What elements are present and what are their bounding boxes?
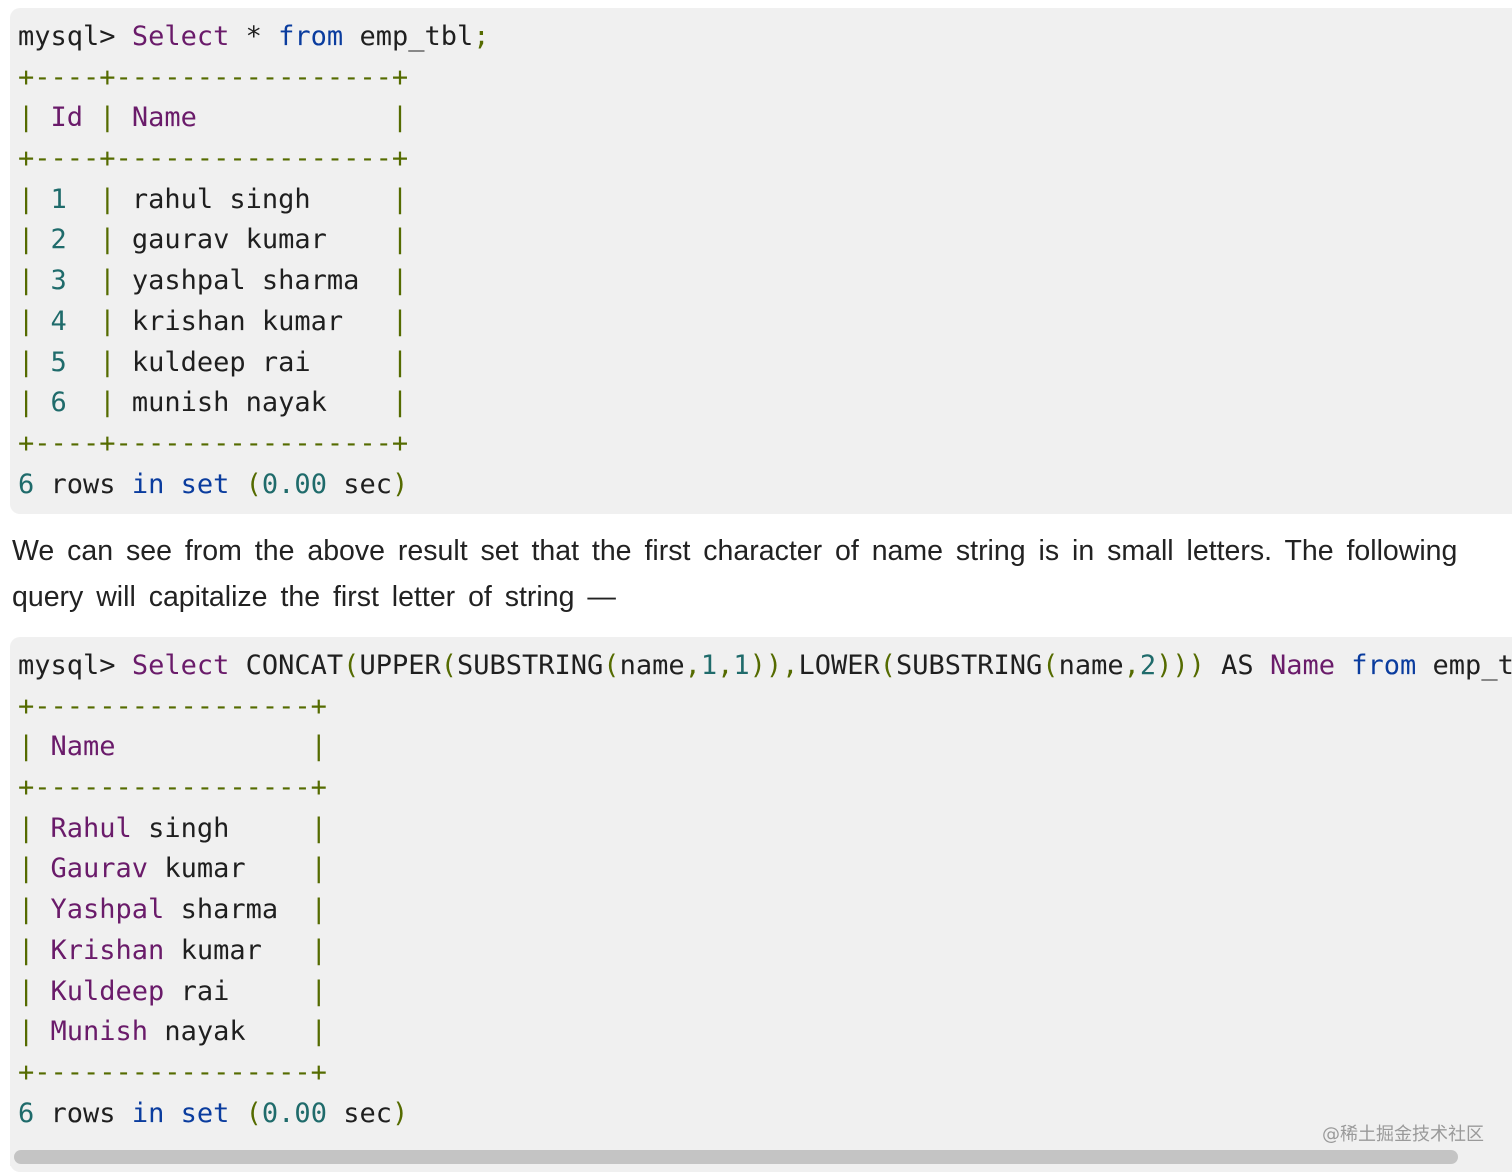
row-first-name: Gaurav bbox=[50, 853, 149, 885]
query-line: mysql> Select CONCAT(UPPER(SUBSTRING(nam… bbox=[18, 646, 1512, 687]
row-first-name: Kuldeep bbox=[50, 975, 165, 1007]
keyword-as: AS bbox=[1221, 650, 1254, 681]
code-block-select: mysql> Select * from emp_tbl; +----+-----… bbox=[10, 8, 1512, 514]
table-row: | 5 | kuldeep rai | bbox=[18, 346, 409, 378]
arg-name: name bbox=[1058, 650, 1124, 681]
row-id: 2 bbox=[50, 224, 67, 256]
table-header-row: | Id | Name | bbox=[18, 102, 409, 134]
row-first-name: Yashpal bbox=[50, 894, 165, 926]
header-id: Id bbox=[50, 102, 84, 134]
code-content: mysql> Select CONCAT(UPPER(SUBSTRING(nam… bbox=[10, 637, 1512, 1134]
footer-set-word: set bbox=[180, 468, 230, 500]
row-id: 6 bbox=[50, 387, 67, 419]
footer-in-word: in bbox=[131, 1097, 165, 1129]
alias-name: Name bbox=[1269, 650, 1335, 681]
row-name: munish nayak bbox=[131, 387, 327, 419]
fn-substring: SUBSTRING bbox=[895, 650, 1043, 681]
footer-set-word: set bbox=[180, 1097, 230, 1129]
row-count: 6 bbox=[18, 1097, 35, 1129]
table-name: emp_tbl; bbox=[1432, 650, 1512, 681]
row-last-name: nayak bbox=[164, 1016, 246, 1048]
header-name: Name bbox=[50, 731, 116, 763]
query-time: 0.00 bbox=[261, 1097, 327, 1129]
query-time: 0.00 bbox=[261, 468, 327, 500]
table-row: | Kuldeep rai | bbox=[18, 975, 327, 1007]
star: * bbox=[245, 21, 262, 52]
row-count: 6 bbox=[18, 468, 35, 500]
row-last-name: sharma bbox=[180, 894, 279, 926]
footer-in-word: in bbox=[131, 468, 165, 500]
row-name: rahul singh bbox=[131, 183, 311, 215]
table-row: | Gaurav kumar | bbox=[18, 853, 327, 885]
code-content: mysql> Select * from emp_tbl; +----+-----… bbox=[10, 8, 1512, 505]
row-name: yashpal sharma bbox=[131, 265, 360, 297]
footer-sec-word: sec bbox=[343, 1097, 392, 1129]
row-last-name: rai bbox=[180, 975, 230, 1007]
keyword-select: Select bbox=[131, 21, 230, 52]
query-line: mysql> Select * from emp_tbl; bbox=[18, 17, 1512, 58]
row-name: gaurav kumar bbox=[131, 224, 327, 256]
row-id: 1 bbox=[50, 183, 67, 215]
explanation-paragraph: We can see from the above result set tha… bbox=[12, 528, 1512, 620]
code-block-capitalize: mysql> Select CONCAT(UPPER(SUBSTRING(nam… bbox=[10, 637, 1512, 1172]
header-name: Name bbox=[131, 102, 197, 134]
table-border: +-----------------+ bbox=[18, 772, 327, 804]
result-footer: 6 rows in set (0.00 sec) bbox=[18, 468, 409, 500]
table-row: | 3 | yashpal sharma | bbox=[18, 265, 409, 297]
footer-rows-word: rows bbox=[50, 468, 116, 500]
prompt: mysql> bbox=[18, 21, 116, 52]
table-border: +----+-----------------+ bbox=[18, 427, 409, 459]
keyword-from: from bbox=[278, 21, 344, 52]
table-row: | 6 | munish nayak | bbox=[18, 387, 409, 419]
watermark: @稀土掘金技术社区 bbox=[1322, 1124, 1484, 1145]
paragraph-line-1: We can see from the above result set tha… bbox=[12, 535, 1458, 567]
table-row: | Yashpal sharma | bbox=[18, 894, 327, 926]
table-border: +-----------------+ bbox=[18, 690, 327, 722]
row-id: 4 bbox=[50, 305, 67, 337]
table-row: | Munish nayak | bbox=[18, 1016, 327, 1048]
paragraph-line-2: query will capitalize the first letter o… bbox=[12, 581, 616, 613]
result-footer: 6 rows in set (0.00 sec) bbox=[18, 1097, 409, 1129]
table-border: +----+-----------------+ bbox=[18, 143, 409, 175]
row-id: 3 bbox=[50, 265, 67, 297]
row-name: kuldeep rai bbox=[131, 346, 311, 378]
row-last-name: kumar bbox=[164, 853, 246, 885]
footer-sec-word: sec bbox=[343, 468, 392, 500]
table-row: | Krishan kumar | bbox=[18, 934, 327, 966]
row-name: krishan kumar bbox=[131, 305, 344, 337]
row-first-name: Munish bbox=[50, 1016, 149, 1048]
arg-number: 1 bbox=[700, 650, 718, 681]
semicolon: ; bbox=[473, 21, 490, 52]
table-row: | 4 | krishan kumar | bbox=[18, 305, 409, 337]
horizontal-scrollbar-thumb[interactable] bbox=[14, 1150, 1458, 1164]
page: mysql> Select * from emp_tbl; +----+-----… bbox=[0, 0, 1512, 1172]
keyword-from: from bbox=[1351, 650, 1417, 681]
keyword-select: Select bbox=[131, 650, 230, 681]
table-header-row: | Name | bbox=[18, 731, 327, 763]
row-first-name: Rahul bbox=[50, 812, 132, 844]
footer-rows-word: rows bbox=[50, 1097, 116, 1129]
table-border: +-----------------+ bbox=[18, 1056, 327, 1088]
table-row: | 2 | gaurav kumar | bbox=[18, 224, 409, 256]
row-id: 5 bbox=[50, 346, 67, 378]
row-last-name: singh bbox=[148, 812, 230, 844]
table-row: | Rahul singh | bbox=[18, 812, 327, 844]
row-first-name: Krishan bbox=[50, 934, 165, 966]
row-last-name: kumar bbox=[180, 934, 262, 966]
table-border: +----+-----------------+ bbox=[18, 61, 409, 93]
fn-upper: UPPER bbox=[359, 650, 441, 681]
arg-number: 2 bbox=[1139, 650, 1157, 681]
fn-lower: LOWER bbox=[798, 650, 880, 681]
table-name: emp_tbl bbox=[359, 21, 474, 52]
arg-number: 1 bbox=[733, 650, 750, 681]
table-row: | 1 | rahul singh | bbox=[18, 183, 409, 215]
arg-name: name bbox=[619, 650, 685, 681]
fn-concat: CONCAT bbox=[245, 650, 344, 681]
prompt: mysql> bbox=[18, 650, 116, 681]
fn-substring: SUBSTRING bbox=[456, 650, 604, 681]
